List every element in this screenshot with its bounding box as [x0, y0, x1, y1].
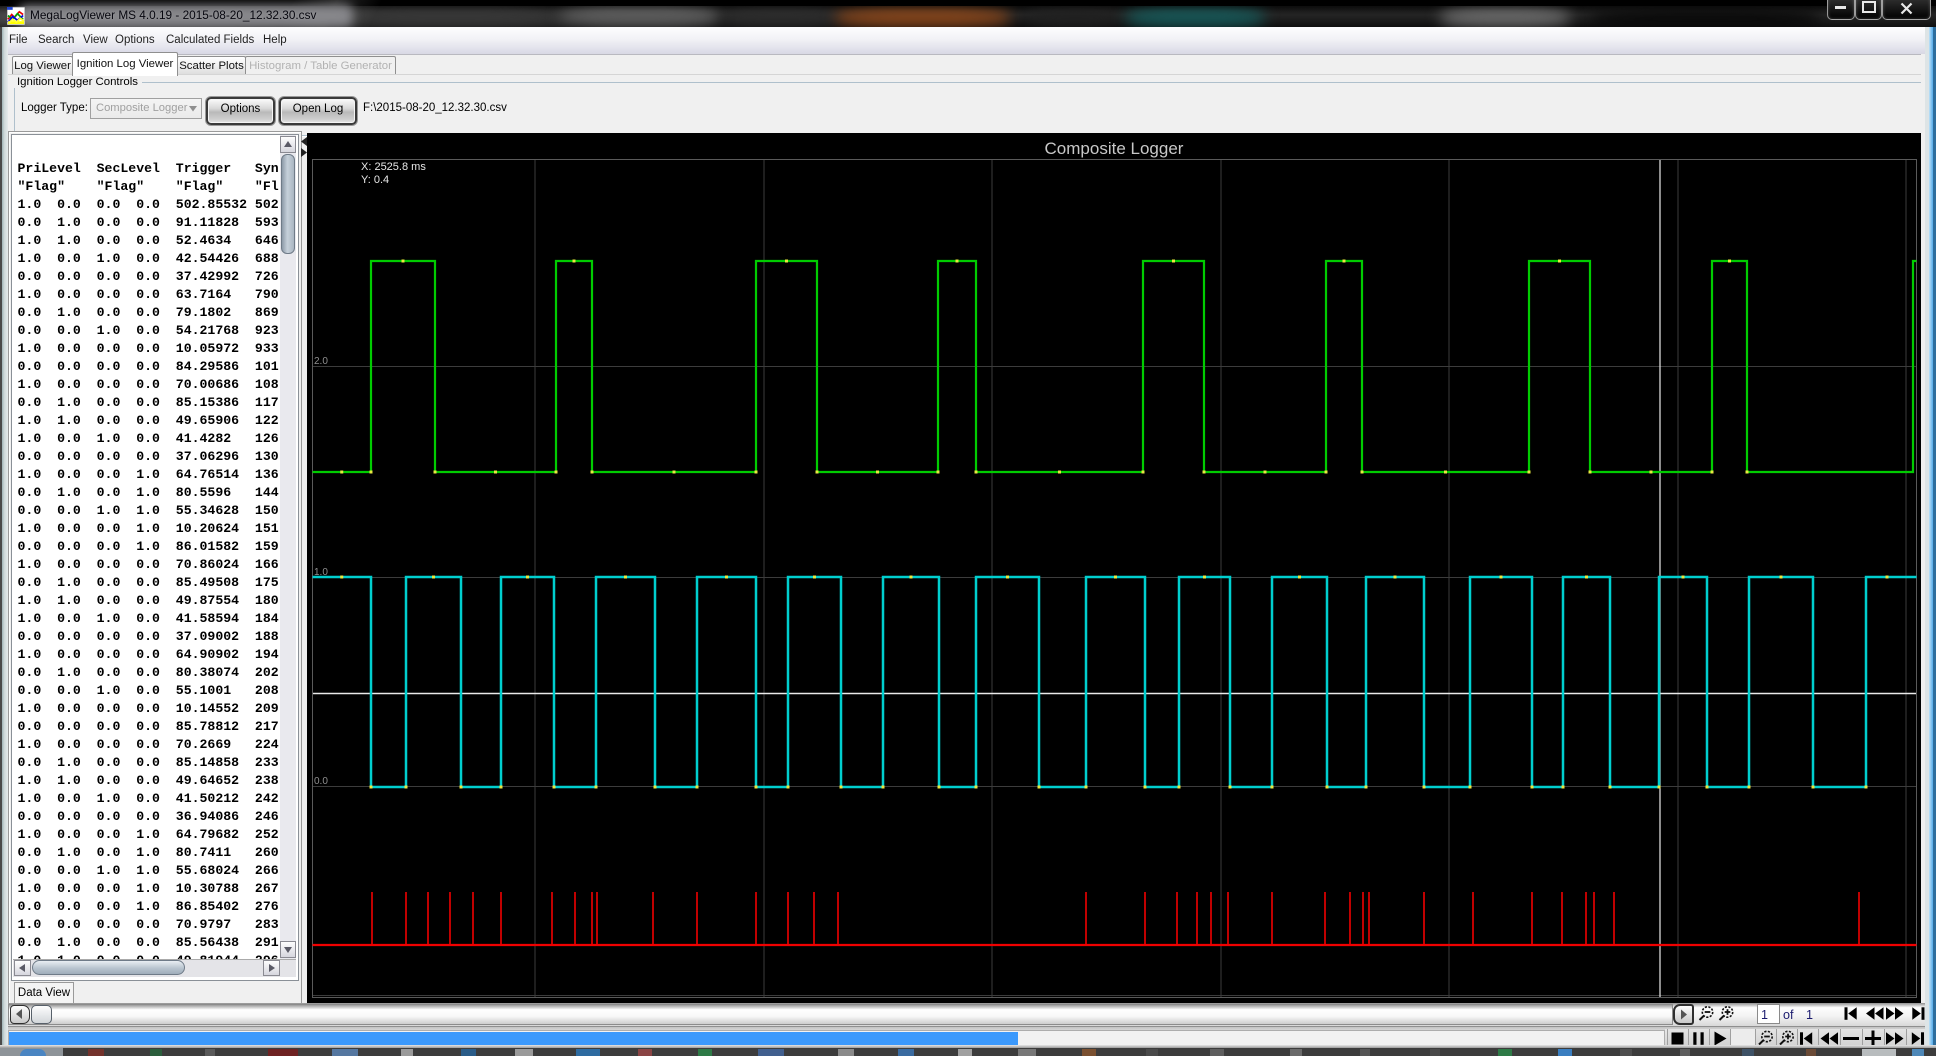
svg-text:1: 1 — [1761, 1008, 1768, 1022]
svg-text:of: of — [1783, 1008, 1794, 1022]
svg-text:Composite Logger: Composite Logger — [1045, 139, 1184, 158]
svg-text:Y: 0.4: Y: 0.4 — [361, 174, 389, 186]
svg-text:1: 1 — [1806, 1008, 1813, 1022]
svg-text:0.0: 0.0 — [314, 776, 328, 787]
svg-text:2.0: 2.0 — [314, 356, 328, 367]
svg-text:X: 2525.8 ms: X: 2525.8 ms — [361, 161, 426, 173]
